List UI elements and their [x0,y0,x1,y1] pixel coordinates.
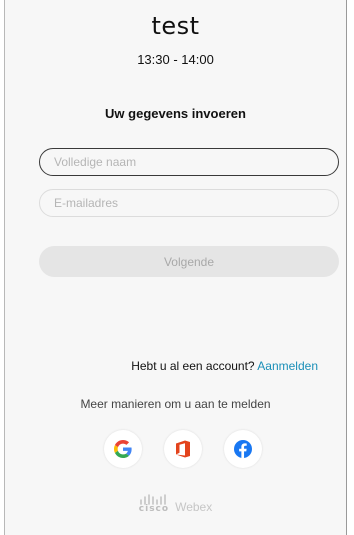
google-sign-in-button[interactable] [104,430,142,468]
facebook-sign-in-button[interactable] [224,430,262,468]
cisco-logo-text: cisco [138,504,170,514]
account-question: Hebt u al een account? [131,359,255,373]
email-input[interactable] [39,189,339,217]
cisco-logo: cisco [139,494,169,514]
meeting-time: 13:30 - 14:00 [137,52,214,67]
form-heading: Uw gegevens invoeren [105,106,246,121]
office-icon [176,440,190,458]
join-panel: test 13:30 - 14:00 Uw gegevens invoeren … [4,0,347,535]
account-prompt: Hebt u al een account? Aanmelden [131,359,318,373]
office-sign-in-button[interactable] [164,430,202,468]
more-sign-in-ways-label: Meer manieren om u aan te melden [80,397,271,411]
meeting-title: test [151,12,200,40]
sign-in-link[interactable]: Aanmelden [257,359,318,373]
google-icon [114,440,132,458]
next-button[interactable]: Volgende [39,246,339,277]
facebook-icon [234,440,252,458]
cisco-webex-logo: cisco Webex [5,494,346,514]
webex-product-name: Webex [175,500,213,514]
full-name-input[interactable] [39,148,339,176]
